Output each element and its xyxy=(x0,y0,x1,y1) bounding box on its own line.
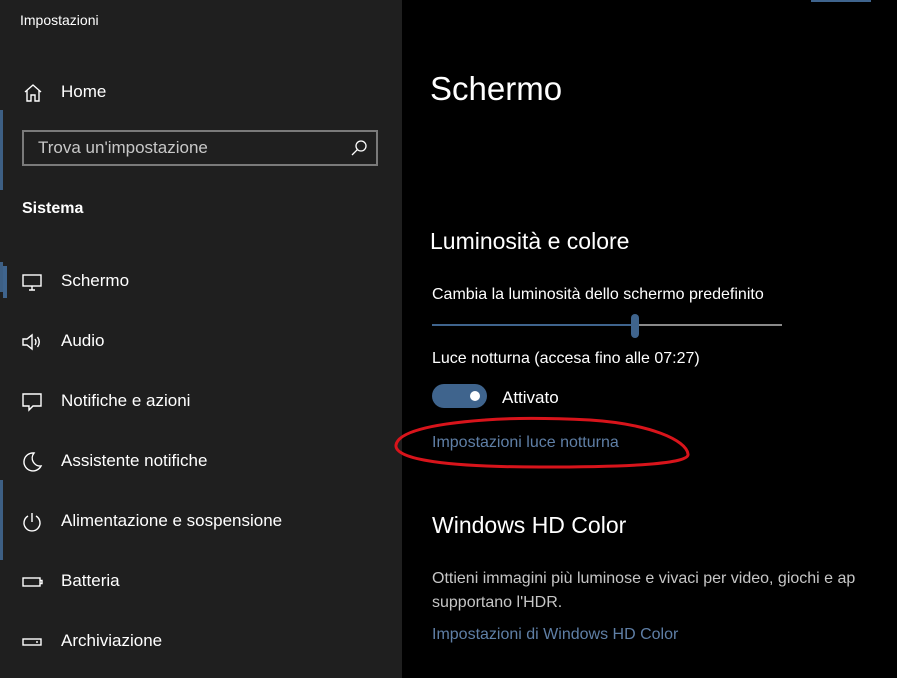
monitor-icon xyxy=(21,271,43,293)
sidebar-item-batteria[interactable]: Batteria xyxy=(0,558,402,606)
home-icon xyxy=(22,82,44,104)
sidebar-item-assistente-notifiche[interactable]: Assistente notifiche xyxy=(0,438,402,486)
search-icon[interactable] xyxy=(350,139,368,157)
app-title: Impostazioni xyxy=(20,12,99,28)
night-light-settings-link[interactable]: Impostazioni luce notturna xyxy=(432,434,619,452)
sidebar: Impostazioni Home Sistema Schermo xyxy=(0,0,402,678)
page-title: Schermo xyxy=(430,70,563,107)
sidebar-item-label: Schermo xyxy=(61,271,130,290)
window-edge-shadow xyxy=(0,480,3,560)
sidebar-item-notifiche-e-azioni[interactable]: Notifiche e azioni xyxy=(0,378,402,426)
toggle-knob xyxy=(470,391,480,401)
active-indicator xyxy=(3,266,7,298)
sidebar-item-label: Batteria xyxy=(61,571,120,590)
brightness-slider-label: Cambia la luminosità dello schermo prede… xyxy=(432,286,764,303)
search-box[interactable] xyxy=(22,130,378,166)
battery-icon xyxy=(21,571,43,593)
moon-icon xyxy=(21,451,43,473)
titlebar-accent xyxy=(811,0,871,2)
sidebar-item-alimentazione-e-sospensione[interactable]: Alimentazione e sospensione xyxy=(0,498,402,546)
speaker-icon xyxy=(21,331,43,353)
sidebar-item-label: Assistente notifiche xyxy=(61,451,208,470)
sidebar-item-schermo[interactable]: Schermo xyxy=(0,258,402,306)
slider-fill xyxy=(432,324,635,326)
section-title: Sistema xyxy=(22,200,84,217)
night-light-label: Luce notturna (accesa fino alle 07:27) xyxy=(432,350,700,367)
nav-home-label: Home xyxy=(61,82,107,101)
hd-color-settings-link[interactable]: Impostazioni di Windows HD Color xyxy=(432,626,678,644)
sidebar-item-label: Archiviazione xyxy=(61,631,163,650)
nav-home[interactable]: Home xyxy=(0,70,402,114)
window-edge-shadow xyxy=(0,262,3,292)
sidebar-item-label: Notifiche e azioni xyxy=(61,391,191,410)
notification-icon xyxy=(21,391,43,413)
sidebar-item-label: Audio xyxy=(61,331,105,350)
slider-thumb[interactable] xyxy=(631,314,639,338)
sidebar-item-archiviazione[interactable]: Archiviazione xyxy=(0,618,402,666)
sidebar-item-audio[interactable]: Audio xyxy=(0,318,402,366)
hd-color-description-line1: Ottieni immagini più luminose e vivaci p… xyxy=(432,570,856,587)
brightness-heading: Luminosità e colore xyxy=(430,228,630,254)
brightness-slider[interactable] xyxy=(432,314,782,338)
storage-icon xyxy=(21,631,43,653)
night-light-toggle[interactable] xyxy=(432,384,487,408)
sidebar-item-label: Alimentazione e sospensione xyxy=(61,511,283,530)
hd-color-description-line2: supportano l'HDR. xyxy=(432,594,563,611)
window-edge-shadow xyxy=(0,110,3,190)
power-icon xyxy=(21,511,43,533)
hd-color-heading: Windows HD Color xyxy=(432,512,627,538)
toggle-state-label: Attivato xyxy=(502,388,559,407)
search-input[interactable] xyxy=(24,132,358,164)
